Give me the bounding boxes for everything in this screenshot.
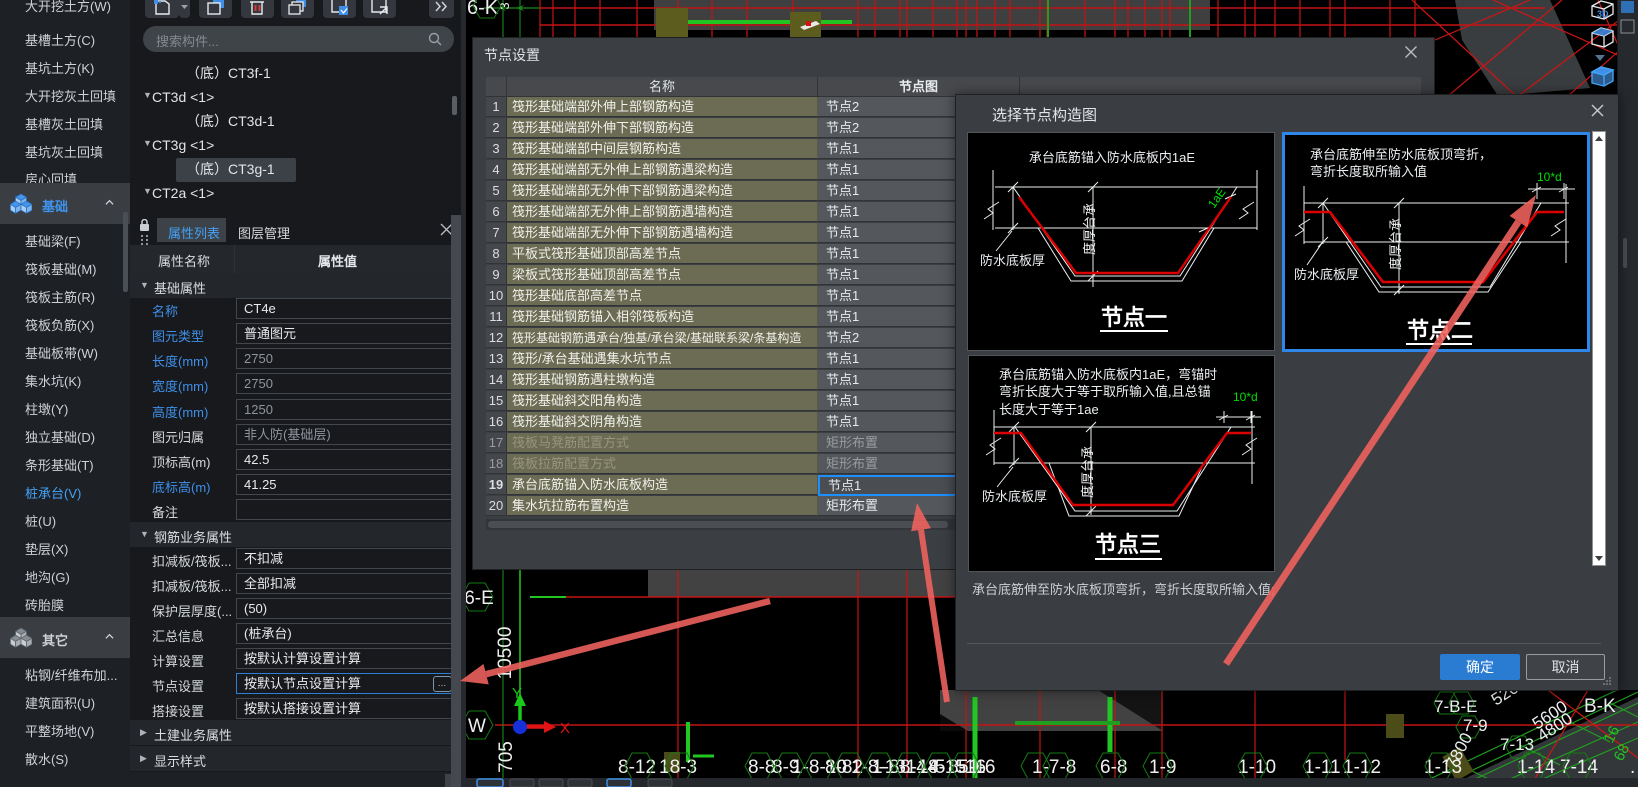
svg-text:6-8: 6-8 bbox=[1100, 757, 1127, 778]
svg-text:6-K: 6-K bbox=[467, 0, 499, 19]
svg-text:10500: 10500 bbox=[495, 627, 516, 680]
svg-text:长度大于等于1ae: 长度大于等于1ae bbox=[999, 402, 1099, 417]
svg-text:10*d: 10*d bbox=[1537, 170, 1562, 184]
svg-text:10*d: 10*d bbox=[1233, 390, 1258, 404]
svg-text:弯折长度大于等于取所输入值,且总锚: 弯折长度大于等于取所输入值,且总锚 bbox=[999, 384, 1211, 399]
svg-text:1-7-8: 1-7-8 bbox=[1032, 757, 1076, 778]
svg-text:节点二: 节点二 bbox=[1407, 318, 1473, 343]
svg-text:7-9: 7-9 bbox=[1463, 716, 1488, 735]
svg-text:W: W bbox=[468, 716, 486, 737]
svg-text:承台底筋锚入防水底板内1aE，弯锚时: 承台底筋锚入防水底板内1aE，弯锚时 bbox=[999, 367, 1217, 382]
svg-text:.: . bbox=[1630, 757, 1635, 778]
svg-text:6-E: 6-E bbox=[464, 588, 494, 609]
svg-text:度厚台承: 度厚台承 bbox=[1082, 203, 1097, 255]
svg-text:1-11: 1-11 bbox=[1304, 757, 1341, 778]
svg-text:X: X bbox=[560, 720, 570, 737]
svg-text:1-12: 1-12 bbox=[1343, 757, 1381, 778]
svg-text:节点一: 节点一 bbox=[1101, 305, 1167, 330]
svg-text:防水底板厚: 防水底板厚 bbox=[980, 253, 1045, 268]
svg-text:1-9: 1-9 bbox=[1149, 757, 1176, 778]
svg-text:防水底板厚: 防水底板厚 bbox=[982, 489, 1047, 504]
svg-text:度厚台承: 度厚台承 bbox=[1388, 218, 1403, 270]
svg-text:7-13: 7-13 bbox=[1500, 735, 1534, 754]
svg-text:节点三: 节点三 bbox=[1095, 532, 1161, 557]
svg-text:Y: Y bbox=[512, 685, 522, 702]
svg-text:度厚台承: 度厚台承 bbox=[1080, 446, 1095, 498]
svg-text:承台底筋伸至防水底板顶弯折，: 承台底筋伸至防水底板顶弯折， bbox=[1310, 147, 1492, 162]
svg-text:1-10: 1-10 bbox=[1238, 757, 1276, 778]
svg-text:弯折长度取所输入值: 弯折长度取所输入值 bbox=[1310, 164, 1427, 179]
svg-text:3D: 3D bbox=[1597, 9, 1609, 19]
svg-text:防水底板厚: 防水底板厚 bbox=[1294, 267, 1359, 282]
svg-text:承台底筋锚入防水底板内1aE: 承台底筋锚入防水底板内1aE bbox=[1029, 150, 1195, 165]
svg-text:7-B-E: 7-B-E bbox=[1434, 697, 1477, 716]
svg-text:705: 705 bbox=[496, 741, 517, 773]
svg-text:B-K: B-K bbox=[1584, 696, 1616, 717]
svg-text:1-6: 1-6 bbox=[968, 757, 995, 778]
